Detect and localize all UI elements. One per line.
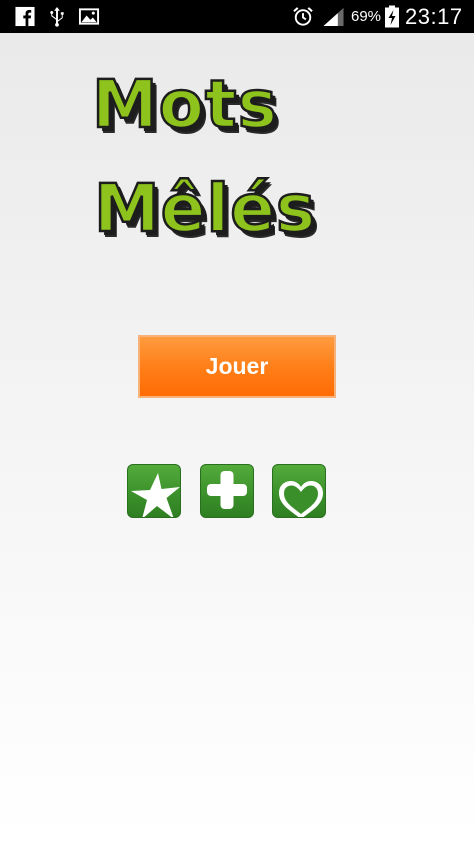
usb-icon: [50, 6, 64, 27]
logo-title-line-1: Mots: [91, 65, 278, 145]
battery-icon: [385, 5, 399, 28]
plus-icon: [207, 471, 247, 509]
favorite-button[interactable]: [272, 464, 326, 518]
logo-title-line-2: Mêlés: [93, 169, 317, 249]
star-icon: [131, 473, 180, 517]
image-icon: [78, 8, 100, 25]
signal-icon: [323, 7, 344, 27]
facebook-icon: [15, 6, 35, 27]
more-games-button[interactable]: [200, 464, 254, 518]
game-logo: Mots Mêlés: [88, 62, 328, 252]
battery-percent: 69%: [351, 8, 382, 25]
clock: 23:17: [405, 4, 463, 29]
play-button[interactable]: Jouer: [138, 335, 336, 398]
status-bar: 69% 23:17: [0, 0, 474, 33]
star-rate-button[interactable]: [127, 464, 181, 518]
heart-icon: [279, 481, 323, 517]
alarm-icon: [293, 7, 313, 26]
